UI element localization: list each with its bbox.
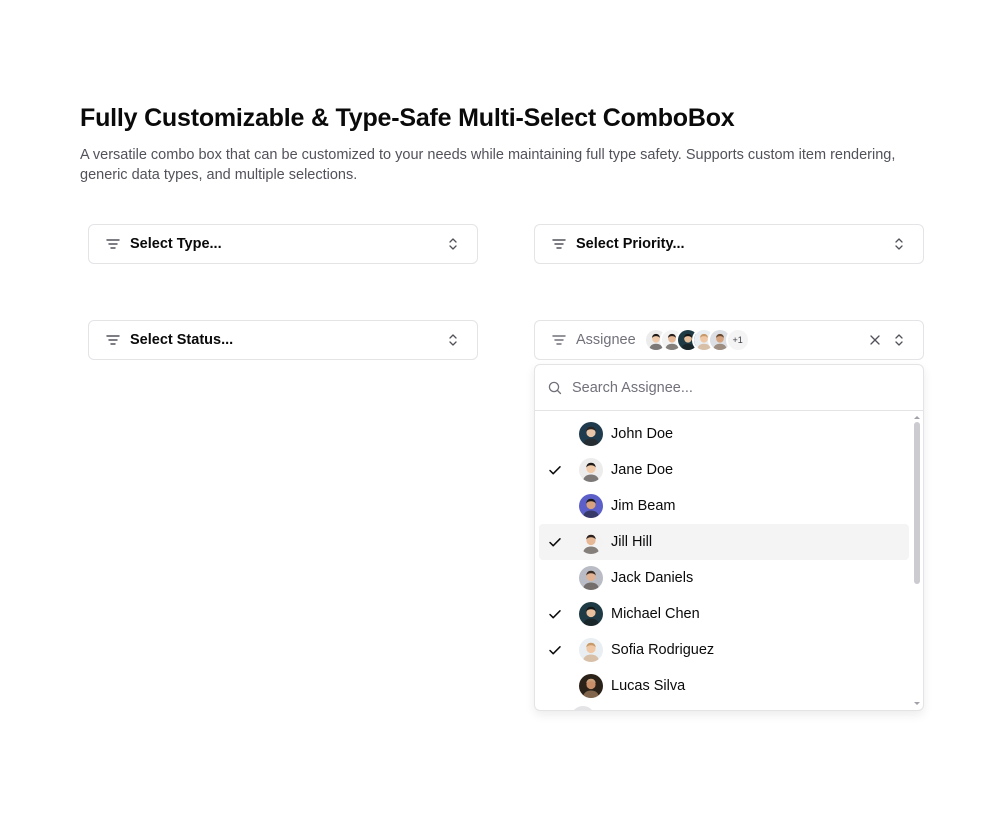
list-item-label: John Doe (611, 426, 674, 442)
avatar (579, 530, 603, 554)
list-item[interactable]: Jane Doe (539, 452, 909, 488)
check-icon (547, 678, 563, 694)
chevron-up-down-icon (891, 236, 907, 252)
filter-icon (105, 236, 121, 252)
check-icon (547, 570, 563, 586)
priority-combobox[interactable]: Select Priority... (534, 224, 924, 264)
list-item-label: Jack Daniels (611, 570, 694, 586)
list-item-label: Jane Doe (611, 462, 674, 478)
list-item[interactable]: Lucas Silva (539, 668, 909, 704)
scroll-up-arrow-icon[interactable] (913, 414, 921, 420)
list-item[interactable]: Jim Beam (539, 488, 909, 524)
assignee-search-input[interactable] (572, 379, 911, 396)
avatar (571, 706, 595, 710)
avatar (579, 638, 603, 662)
filter-icon (551, 332, 567, 348)
list-item[interactable]: Jill Hill (539, 524, 909, 560)
list-item[interactable]: John Doe (539, 416, 909, 452)
list-item[interactable]: Sofia Rodriguez (539, 632, 909, 668)
selected-avatars: +1 (643, 328, 867, 352)
check-icon (547, 462, 563, 478)
check-icon (547, 534, 563, 550)
scrollbar-thumb[interactable] (914, 422, 920, 584)
avatar (579, 602, 603, 626)
check-icon (547, 642, 563, 658)
assignee-list: John Doe Jane Doe Jim Beam Jill Hill Jack Da… (539, 416, 909, 704)
filter-icon (105, 332, 121, 348)
priority-combobox-label: Select Priority... (576, 236, 685, 252)
assignee-dropdown: John Doe Jane Doe Jim Beam Jill Hill Jack Da… (534, 364, 924, 711)
list-item-label: Jim Beam (611, 498, 676, 514)
list-item-label: Michael Chen (611, 606, 700, 622)
assignee-combobox[interactable]: Assignee +1 (534, 320, 924, 360)
type-combobox[interactable]: Select Type... (88, 224, 478, 264)
filter-icon (551, 236, 567, 252)
avatar (579, 422, 603, 446)
list-item[interactable]: Michael Chen (539, 596, 909, 632)
page-title: Fully Customizable & Type-Safe Multi-Sel… (80, 104, 735, 132)
list-item-label: Jill Hill (611, 534, 653, 550)
avatar (579, 566, 603, 590)
search-icon (547, 380, 563, 396)
assignee-search (535, 365, 923, 411)
status-combobox-label: Select Status... (130, 332, 234, 348)
status-combobox[interactable]: Select Status... (88, 320, 478, 360)
clear-icon[interactable] (867, 332, 883, 348)
chevron-up-down-icon (445, 236, 461, 252)
chevron-up-down-icon (891, 332, 907, 348)
list-item-label: Lucas Silva (611, 678, 686, 694)
avatar (579, 458, 603, 482)
page-description: A versatile combo box that can be custom… (80, 147, 896, 183)
check-icon (547, 606, 563, 622)
list-item-label: Sofia Rodriguez (611, 642, 715, 658)
avatar (579, 674, 603, 698)
list-item[interactable]: Jack Daniels (539, 560, 909, 596)
check-icon (547, 426, 563, 442)
assignee-combobox-label: Assignee (576, 332, 636, 348)
check-icon (547, 498, 563, 514)
chevron-up-down-icon (445, 332, 461, 348)
scroll-down-arrow-icon[interactable] (913, 701, 921, 707)
more-count-badge: +1 (725, 328, 750, 352)
type-combobox-label: Select Type... (130, 236, 222, 252)
avatar (579, 494, 603, 518)
